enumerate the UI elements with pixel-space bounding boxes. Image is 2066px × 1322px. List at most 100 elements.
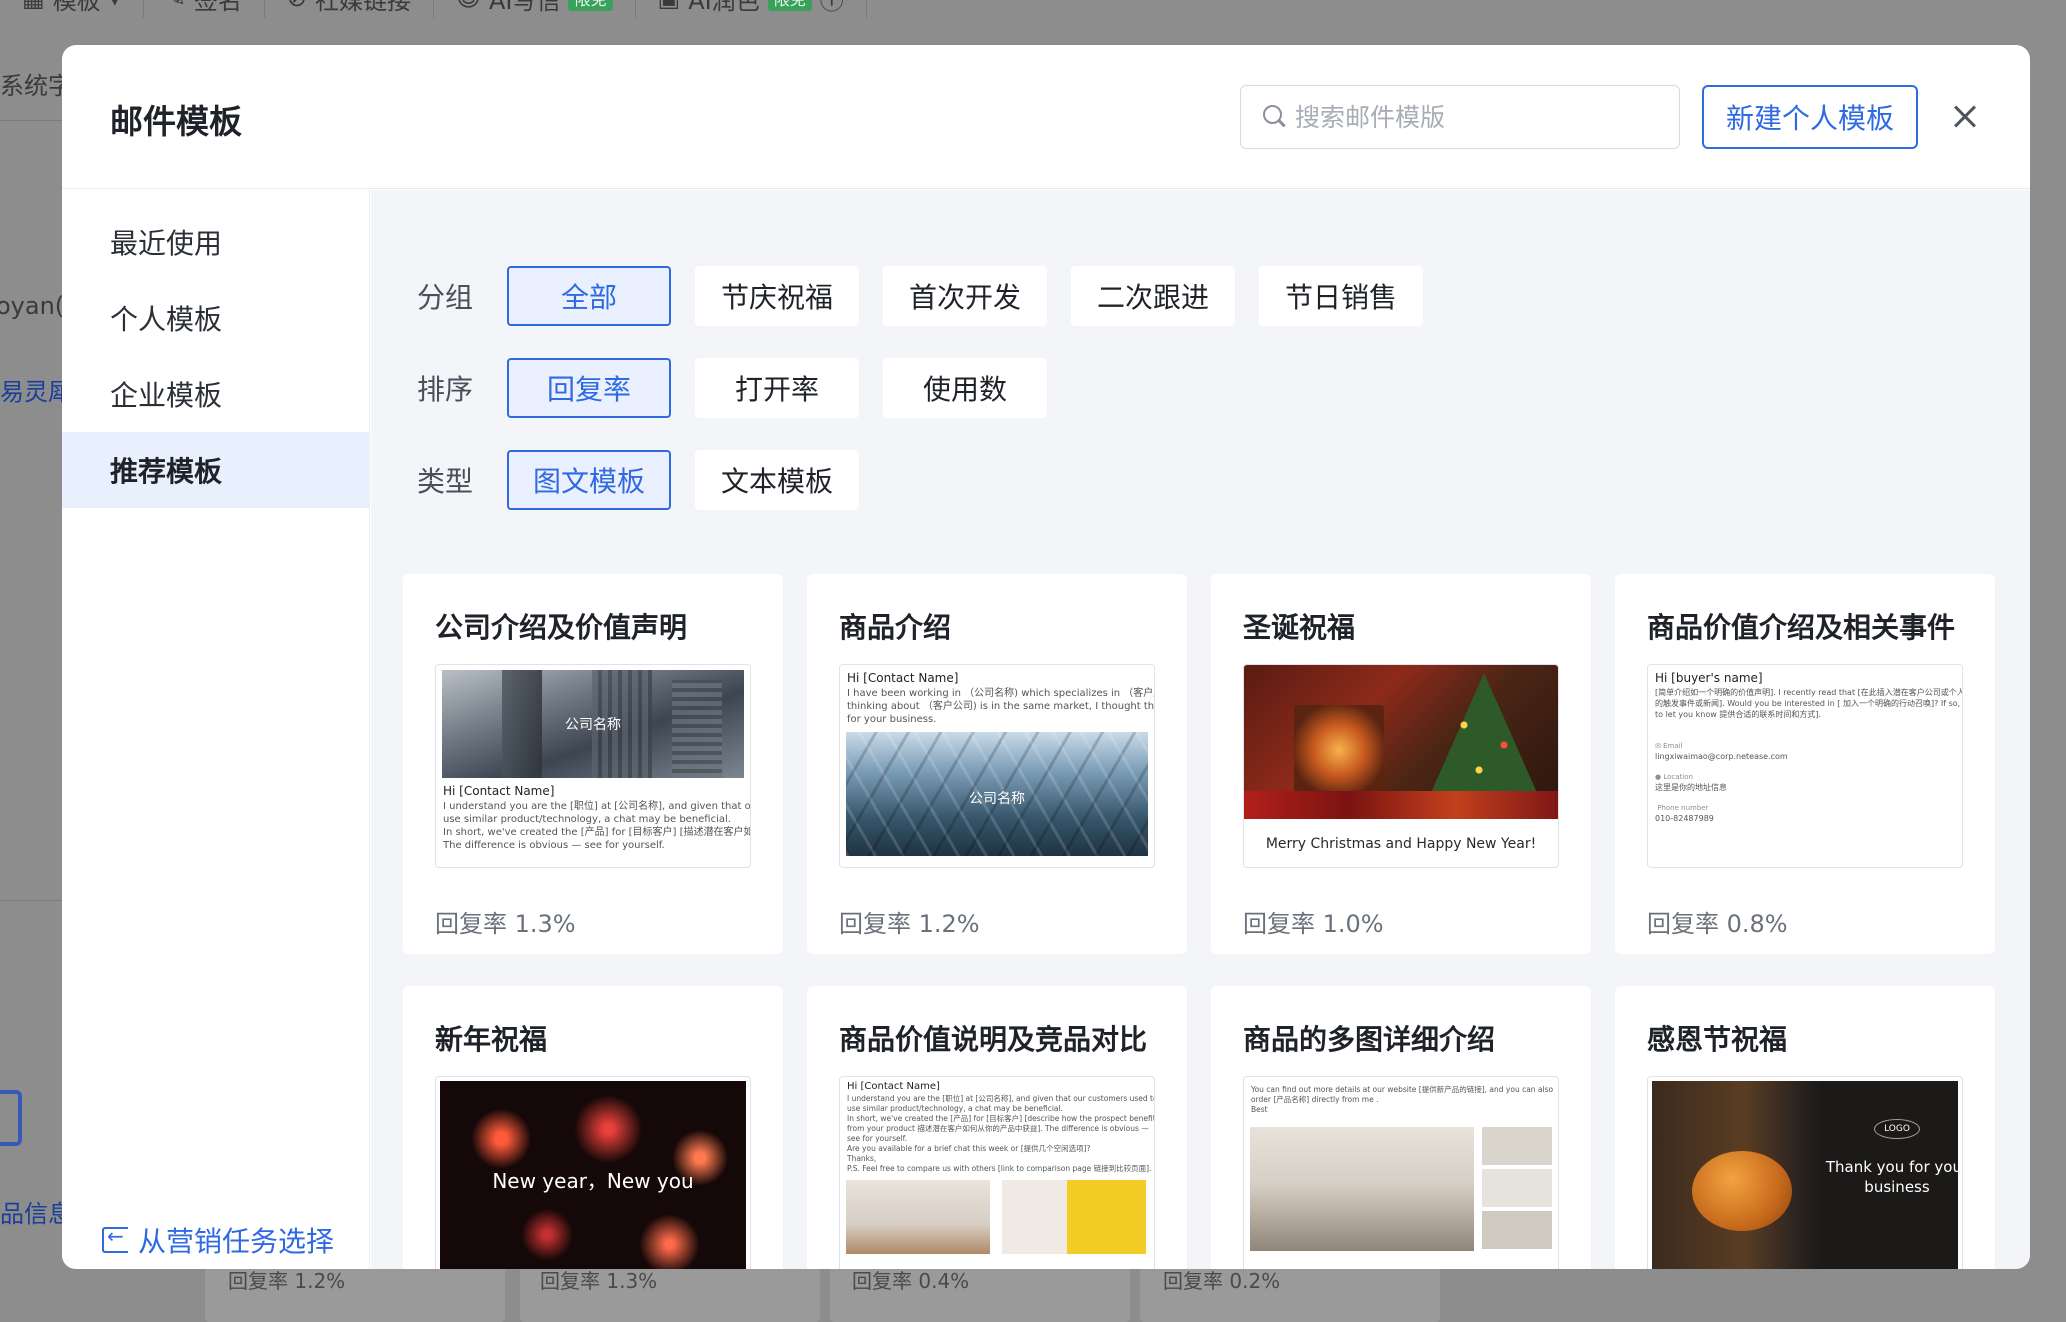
chip-sort-reply-rate[interactable]: 回复率 <box>507 358 671 418</box>
card-reply-rate: 回复率 1.2% <box>839 910 980 938</box>
close-icon[interactable] <box>1950 102 1980 132</box>
preview-line: use similar product/technology, a chat m… <box>443 814 731 825</box>
preview-line: from your product 描述潜在客户如何从你的产品中获益]. The… <box>847 1124 1149 1133</box>
modal-title: 邮件模板 <box>110 102 242 141</box>
template-card[interactable]: 商品的多图详细介绍 You can find out more details … <box>1211 986 1591 1269</box>
template-sidebar: 最近使用 个人模板 企业模板 推荐模板 从营销任务选择 <box>62 190 370 1269</box>
product-images <box>846 1180 1148 1254</box>
template-content: 分组 全部 节庆祝福 首次开发 二次跟进 节日销售 排序 回复率 打开率 使用数… <box>371 190 2030 1269</box>
bg-divider <box>0 900 70 901</box>
card-reply-rate: 回复率 1.3% <box>435 910 576 938</box>
bg-rate: 回复率 0.4% <box>852 1269 970 1293</box>
thumbnail-column <box>1482 1127 1552 1251</box>
preview-line: In short, we've created the [产品] for [目标… <box>443 827 750 838</box>
preview-line: order [产品名称] directly from me . <box>1251 1095 1379 1104</box>
chip-type-rich[interactable]: 图文模板 <box>507 450 672 510</box>
card-title: 新年祝福 <box>435 1023 548 1056</box>
search-icon <box>1263 105 1287 129</box>
select-from-campaign-label: 从营销任务选择 <box>138 1225 335 1258</box>
bg-toolbar-template: ▦ 模板 ▾ <box>0 0 144 18</box>
bg-toolbar-social: ⊘ 社媒链接 <box>265 0 434 18</box>
chip-type-text[interactable]: 文本模板 <box>695 450 860 510</box>
preview-line: see for yourself. <box>847 1134 908 1143</box>
card-title: 商品介绍 <box>839 611 952 644</box>
logo-badge: LOGO <box>1874 1119 1920 1139</box>
christmas-image <box>1244 665 1558 819</box>
card-preview: New year，New you <box>435 1076 751 1269</box>
preview-line: use similar product/technology, a chat m… <box>847 1104 1063 1113</box>
template-card[interactable]: 感恩节祝福 LOGO Thank you for your business <box>1615 986 1995 1269</box>
chip-sort-open-rate[interactable]: 打开率 <box>695 358 859 418</box>
fireworks-image: New year，New you <box>440 1081 746 1269</box>
card-preview: Hi [buyer's name] [简单介绍如一个明确的价值声明]. I re… <box>1647 664 1963 868</box>
contact-phone-value: 010-82487989 <box>1655 814 1714 823</box>
bedroom-image <box>1250 1127 1474 1251</box>
preview-line: Thanks, <box>847 1154 877 1163</box>
preview-line: Are you available for a brief chat this … <box>847 1144 1091 1153</box>
card-preview: Hi [Contact Name] I understand you are t… <box>839 1076 1155 1269</box>
pumpkin-image <box>1692 1151 1792 1231</box>
bg-divider <box>0 120 70 121</box>
filter-sort-label: 排序 <box>417 373 474 406</box>
card-title: 感恩节祝福 <box>1647 1023 1788 1056</box>
filter-sort-row: 排序 回复率 打开率 使用数 <box>371 358 1047 418</box>
card-title: 商品的多图详细介绍 <box>1243 1023 1496 1056</box>
search-box[interactable] <box>1240 85 1680 149</box>
preview-line: 的触发事件或新闻]. Would you be interested in [ … <box>1655 699 1962 708</box>
card-reply-rate: 回复率 0.8% <box>1647 910 1788 938</box>
chip-group-festival[interactable]: 节庆祝福 <box>695 266 860 326</box>
template-card[interactable]: 新年祝福 New year，New you <box>403 986 783 1269</box>
preview-line: Best <box>1251 1105 1268 1114</box>
preview-line: You can find out more details at our web… <box>1251 1085 1554 1094</box>
bg-left-text: oyan( <box>0 292 65 320</box>
new-personal-template-button[interactable]: 新建个人模板 <box>1702 85 1918 149</box>
yellow-room-image <box>1002 1180 1146 1254</box>
modal-header: 邮件模板 新建个人模板 <box>62 45 2030 189</box>
card-title: 商品价值介绍及相关事件 <box>1647 611 1956 644</box>
chip-group-follow-up[interactable]: 二次跟进 <box>1071 266 1236 326</box>
sidebar-item-recent[interactable]: 最近使用 <box>62 204 369 280</box>
filter-group-label: 分组 <box>417 281 474 314</box>
preview-greeting: Hi [Contact Name] <box>847 671 959 685</box>
sidebar-item-recommended[interactable]: 推荐模板 <box>62 432 369 508</box>
preview-caption: New year，New you <box>492 1169 694 1193</box>
preview-greeting: Hi [Contact Name] <box>443 784 555 798</box>
chip-group-all[interactable]: 全部 <box>507 266 671 326</box>
glass-building-image: 公司名称 <box>846 732 1148 856</box>
template-card[interactable]: 商品介绍 Hi [Contact Name] I have been worki… <box>807 574 1187 954</box>
chair-image <box>846 1180 990 1254</box>
select-from-campaign-link[interactable]: 从营销任务选择 <box>102 1220 334 1260</box>
chip-group-holiday-sales[interactable]: 节日销售 <box>1259 266 1424 326</box>
card-title: 公司介绍及价值声明 <box>435 611 688 644</box>
card-preview: LOGO Thank you for your business <box>1647 1076 1963 1269</box>
search-input[interactable] <box>1295 102 1665 132</box>
chip-sort-usage[interactable]: 使用数 <box>883 358 1047 418</box>
bg-toolbar-signature: ✎ 签名 <box>144 0 265 18</box>
filter-type-label: 类型 <box>417 465 474 498</box>
card-title: 商品价值说明及竞品对比 <box>839 1023 1148 1056</box>
preview-caption: Thank you for your business <box>1825 1158 1958 1196</box>
preview-caption: 公司名称 <box>969 791 1025 807</box>
bg-rate: 回复率 0.2% <box>1163 1269 1281 1293</box>
card-preview: 公司名称 Hi [Contact Name] I understand you … <box>435 664 751 868</box>
contact-email-value: lingxiwaimao@corp.netease.com <box>1655 752 1788 761</box>
template-card[interactable]: 商品价值介绍及相关事件 Hi [buyer's name] [简单介绍如一个明确… <box>1615 574 1995 954</box>
template-card[interactable]: 商品价值说明及竞品对比 Hi [Contact Name] I understa… <box>807 986 1187 1269</box>
preview-line: [简单介绍如一个明确的价值声明]. I recently read that [… <box>1655 688 1962 697</box>
template-card[interactable]: 圣诞祝福 Merry Christmas and Happy New Year!… <box>1211 574 1591 954</box>
preview-line: In short, we've created the [产品] for [目标… <box>847 1114 1154 1123</box>
template-card[interactable]: 公司介绍及价值声明 公司名称 Hi [Contact Name] I under… <box>403 574 783 954</box>
sidebar-item-enterprise[interactable]: 企业模板 <box>62 356 369 432</box>
contact-email-label: ✉ Email <box>1655 742 1683 750</box>
thumbnail-image <box>1482 1127 1552 1165</box>
preview-line: I understand you are the [职位] at [公司名称],… <box>847 1094 1154 1103</box>
building-image: 公司名称 <box>442 670 744 778</box>
contact-location-label: ● Location <box>1655 773 1693 781</box>
filter-group-row: 分组 全部 节庆祝福 首次开发 二次跟进 节日销售 <box>371 266 1424 326</box>
bg-rate: 回复率 1.2% <box>228 1269 346 1293</box>
filter-type-row: 类型 图文模板 文本模板 <box>371 450 860 510</box>
chip-group-first-contact[interactable]: 首次开发 <box>883 266 1048 326</box>
thanksgiving-image: LOGO Thank you for your business <box>1652 1081 1958 1269</box>
bg-plus-icon <box>0 1090 22 1146</box>
sidebar-item-personal[interactable]: 个人模板 <box>62 280 369 356</box>
